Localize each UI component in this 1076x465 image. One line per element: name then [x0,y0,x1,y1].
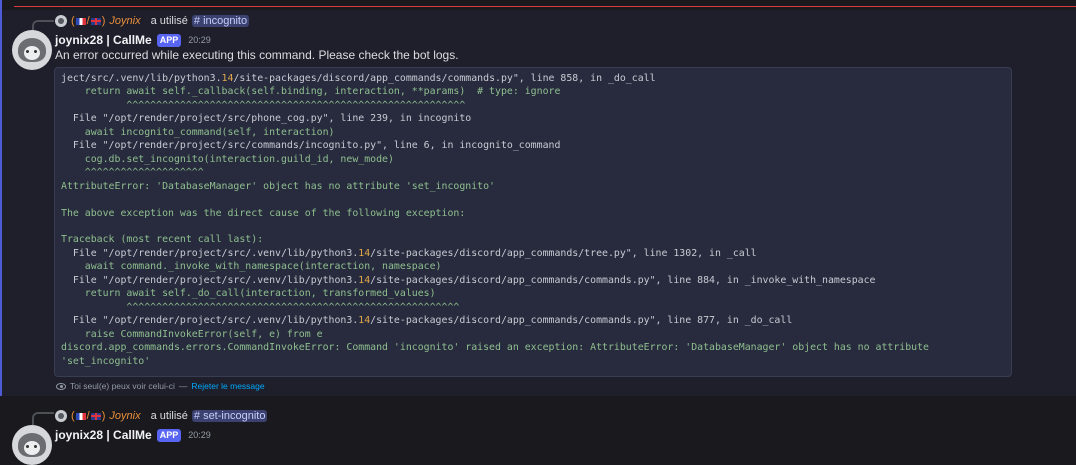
command-reply-context[interactable]: (/) Joynix a utilisé # incognito [55,14,250,28]
username[interactable]: joynix28 | CallMe [55,428,152,442]
version-number: 14 [358,274,371,286]
code-line: ^^^^^^^^^^^^^^^^^^^^^^^^^^^^^^^^^^^^^^^^… [61,301,460,313]
code-line: return await self._do_call(interaction, … [61,288,436,300]
command-reply-context[interactable]: (/) Joynix a utilisé # set-incognito [55,409,268,423]
traceback-text: ject/src/.venv/lib/python3.14/site-packa… [61,72,1011,368]
user-flags: (/) [71,410,106,422]
code-line: ^^^^^^^^^^^^^^^^^^^^^^^^^^^^^^^^^^^^^^^^… [61,99,466,111]
message-header: joynix28 | CallMe APP 20:29 [55,427,211,443]
code-line: File "/opt/render/project/src/phone_cog.… [61,113,472,125]
uk-flag-icon [90,412,101,420]
code-line: cog.db.set_incognito(interaction.guild_i… [61,153,394,165]
version-number: 14 [358,315,371,327]
message-text: An error occurred while executing this c… [55,48,459,62]
reply-used-text: a utilisé [150,15,188,27]
code-line-rest: /site-packages/discord/app_commands/comm… [370,315,793,327]
message-header: joynix28 | CallMe APP 20:29 [55,32,211,48]
uk-flag-icon [90,17,101,25]
code-line-rest: /site-packages/discord/app_commands/comm… [370,274,876,286]
code-line: raise CommandInvokeError(self, e) from e [61,328,323,340]
code-line-rest: /site-packages/discord/app_commands/comm… [233,73,656,84]
reply-username[interactable]: Joynix [109,410,140,422]
command-mention[interactable]: # set-incognito [191,410,268,422]
reply-avatar [55,410,67,422]
reply-username[interactable]: Joynix [109,15,140,27]
timestamp[interactable]: 20:29 [188,35,211,45]
code-line: File "/opt/render/project/src/commands/i… [61,140,561,152]
username[interactable]: joynix28 | CallMe [55,33,152,47]
code-line: 'set_incognito' [61,355,151,367]
code-line: The above exception was the direct cause… [61,207,466,219]
code-line: ject/src/.venv/lib/python3. [61,73,222,84]
message-gap [0,396,1076,403]
reply-avatar [55,15,67,27]
avatar[interactable] [12,425,52,465]
code-line: File "/opt/render/project/src/.venv/lib/… [61,274,359,286]
version-number: 14 [221,73,234,84]
france-flag-icon [75,412,86,420]
code-line: return await self._callback(self.binding… [61,86,561,98]
highlight-stripe [0,0,2,396]
avatar[interactable] [12,30,52,70]
new-messages-divider [14,6,1076,7]
ephemeral-footer: Toi seul(e) peux voir celui-ci — Rejeter… [56,380,265,392]
code-line-rest: /site-packages/discord/app_commands/tree… [370,247,757,259]
command-mention[interactable]: # incognito [191,15,250,27]
france-flag-icon [75,17,86,25]
visibility-note: Toi seul(e) peux voir celui-ci [70,381,175,391]
code-line: File "/opt/render/project/src/.venv/lib/… [61,247,359,259]
app-badge: APP [156,428,182,442]
code-line: ^^^^^^^^^^^^^^^^^^^^ [61,167,204,179]
code-block: ject/src/.venv/lib/python3.14/site-packa… [54,67,1012,377]
code-line: File "/opt/render/project/src/.venv/lib/… [61,315,359,327]
code-line: discord.app_commands.errors.CommandInvok… [61,342,930,354]
version-number: 14 [358,247,371,259]
app-badge: APP [156,33,182,47]
dismiss-message-link[interactable]: Rejeter le message [191,381,264,391]
reply-used-text: a utilisé [150,410,188,422]
message-next: (/) Joynix a utilisé # set-incognito joy… [0,403,1076,465]
code-line: AttributeError: 'DatabaseManager' object… [61,180,496,192]
message-error: (/) Joynix a utilisé # incognito joynix2… [0,10,1076,396]
eye-icon [56,382,66,390]
footer-separator: — [178,381,188,391]
user-flags: (/) [71,15,106,27]
timestamp[interactable]: 20:29 [188,430,211,440]
code-line: await incognito_command(self, interactio… [61,126,335,138]
code-line: Traceback (most recent call last): [61,234,264,246]
code-line: await command._invoke_with_namespace(int… [61,261,442,273]
